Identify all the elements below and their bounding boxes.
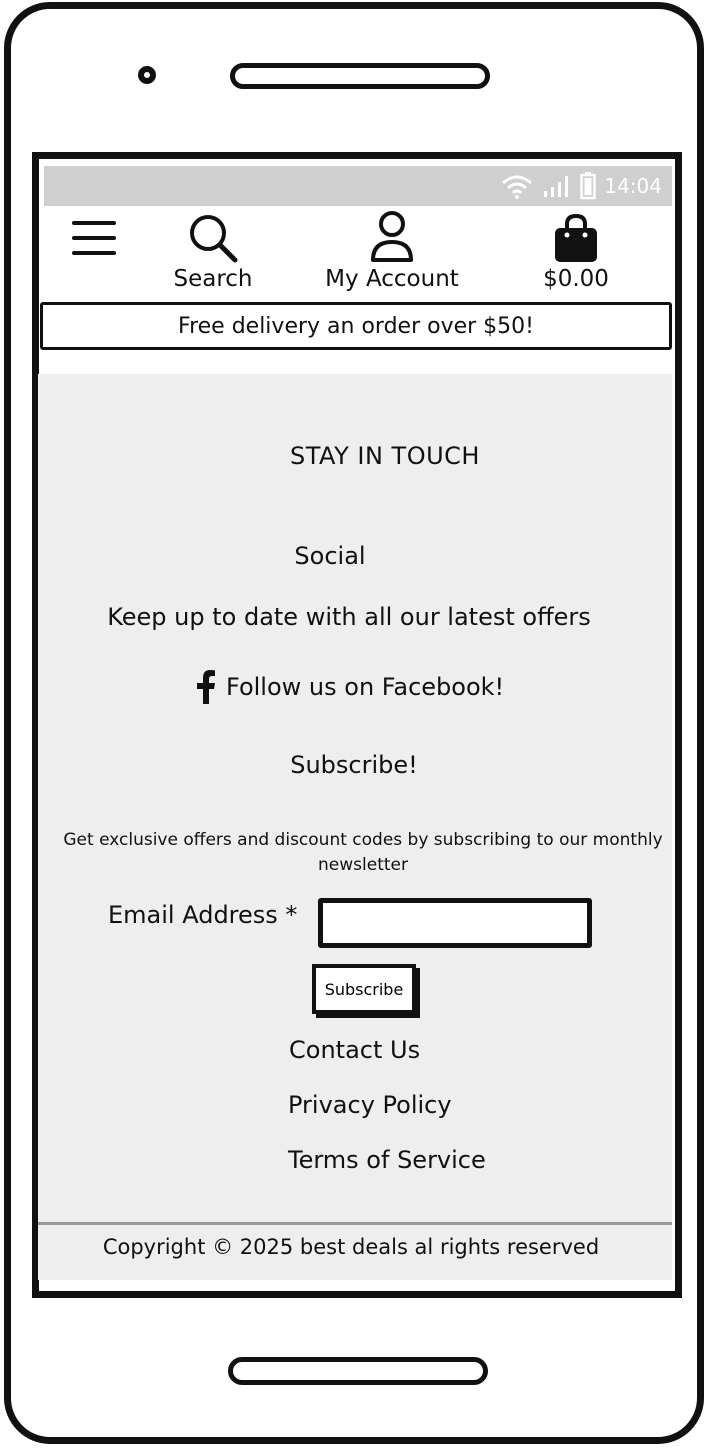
camera-icon (138, 66, 156, 84)
contact-us-link[interactable]: Contact Us (289, 1036, 420, 1064)
status-bar: 14:04 (44, 166, 672, 206)
footer-divider (38, 1222, 672, 1225)
home-button[interactable] (228, 1357, 488, 1385)
speaker-grille (230, 63, 490, 89)
privacy-policy-link[interactable]: Privacy Policy (288, 1091, 452, 1119)
battery-icon (580, 172, 597, 200)
menu-icon[interactable] (72, 220, 116, 256)
delivery-banner: Free delivery an order over $50! (40, 302, 672, 350)
account-button[interactable]: My Account (312, 210, 472, 292)
email-input[interactable] (318, 898, 592, 948)
facebook-icon (197, 670, 215, 704)
status-icons: 14:04 (500, 172, 662, 200)
status-time: 14:04 (604, 174, 662, 198)
account-label: My Account (325, 266, 459, 292)
facebook-link-text: Follow us on Facebook! (226, 673, 505, 701)
delivery-banner-text: Free delivery an order over $50! (178, 313, 534, 339)
search-button[interactable]: Search (162, 212, 264, 292)
wifi-icon (502, 175, 533, 199)
social-text: Keep up to date with all our latest offe… (107, 603, 591, 631)
subscribe-title: Subscribe! (290, 751, 418, 779)
search-label: Search (173, 266, 253, 292)
account-icon (371, 211, 413, 262)
search-icon (190, 215, 238, 263)
terms-of-service-link[interactable]: Terms of Service (288, 1146, 486, 1174)
cart-button[interactable]: $0.00 (530, 212, 622, 292)
social-title: Social (294, 542, 366, 570)
bag-icon (555, 213, 597, 262)
subscribe-text: Get exclusive offers and discount codes … (63, 830, 663, 875)
cart-total: $0.00 (543, 266, 609, 292)
subscribe-button[interactable]: Subscribe (312, 964, 416, 1014)
stay-in-touch-heading: STAY IN TOUCH (290, 442, 480, 470)
facebook-link[interactable]: Follow us on Facebook! (196, 670, 504, 704)
copyright-text: Copyright © 2025 best deals al rights re… (102, 1235, 600, 1259)
email-label: Email Address * (108, 901, 298, 929)
signal-icon (544, 176, 569, 197)
footer-section: STAY IN TOUCH Social Keep up to date wit… (38, 374, 672, 1280)
